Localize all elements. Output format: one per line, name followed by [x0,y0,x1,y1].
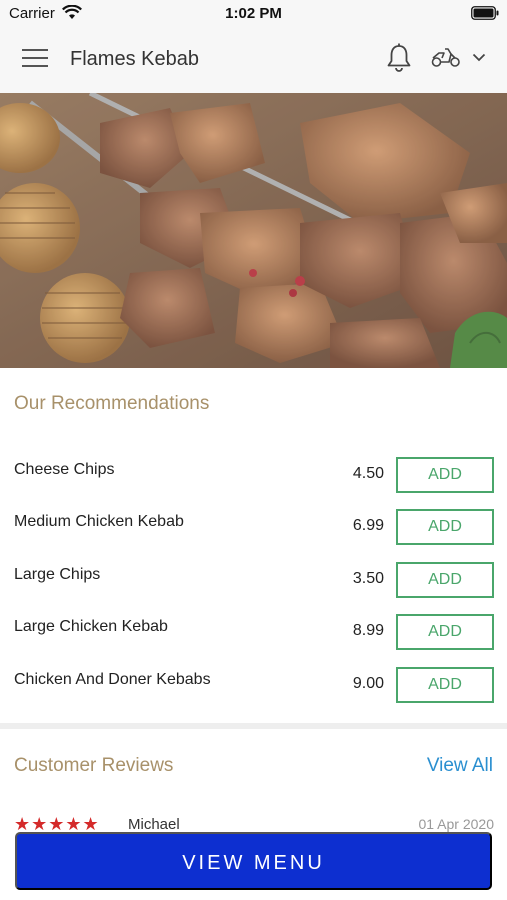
recommendations-title: Our Recommendations [14,393,210,414]
add-button[interactable]: ADD [396,562,494,598]
battery-icon [471,6,499,20]
item-price: 6.99 [352,517,384,534]
bell-icon[interactable] [386,43,412,73]
status-bar: Carrier 1:02 PM [0,0,507,27]
add-button[interactable]: ADD [396,457,494,493]
app-header: Flames Kebab [0,27,507,93]
star-rating-icon: ★★★★★ [14,814,100,834]
menu-icon[interactable] [22,49,48,69]
recommendation-item: Large Chicken Kebab 8.99 ADD [0,614,507,666]
view-menu-button[interactable]: VIEW MENU [15,832,492,890]
kebab-photo [0,93,507,368]
section-divider [0,723,507,729]
item-name: Chicken And Doner Kebabs [14,671,211,688]
recommendation-item: Chicken And Doner Kebabs 9.00 ADD [0,667,507,719]
item-name: Medium Chicken Kebab [14,513,184,530]
recommendation-item: Medium Chicken Kebab 6.99 ADD [0,509,507,561]
add-button[interactable]: ADD [396,509,494,545]
status-time: 1:02 PM [225,5,282,22]
item-name: Large Chicken Kebab [14,618,168,635]
review-date: 01 Apr 2020 [418,816,494,832]
recommendation-item: Large Chips 3.50 ADD [0,562,507,614]
recommendation-item: Cheese Chips 4.50 ADD [0,457,507,509]
scooter-icon[interactable] [431,46,461,68]
item-price: 9.00 [352,675,384,692]
item-price: 4.50 [352,465,384,482]
add-button[interactable]: ADD [396,667,494,703]
reviews-title: Customer Reviews [14,755,174,776]
restaurant-title: Flames Kebab [70,48,199,70]
hero-banner [0,93,507,368]
view-all-reviews-link[interactable]: View All [427,755,493,777]
item-price: 3.50 [352,570,384,587]
item-price: 8.99 [352,622,384,639]
review-item: ★★★★★ Michael 01 Apr 2020 [14,814,494,834]
item-name: Cheese Chips [14,461,115,478]
chevron-down-icon[interactable] [472,53,486,62]
add-button[interactable]: ADD [396,614,494,650]
item-name: Large Chips [14,566,101,583]
reviewer-name: Michael [128,816,180,833]
